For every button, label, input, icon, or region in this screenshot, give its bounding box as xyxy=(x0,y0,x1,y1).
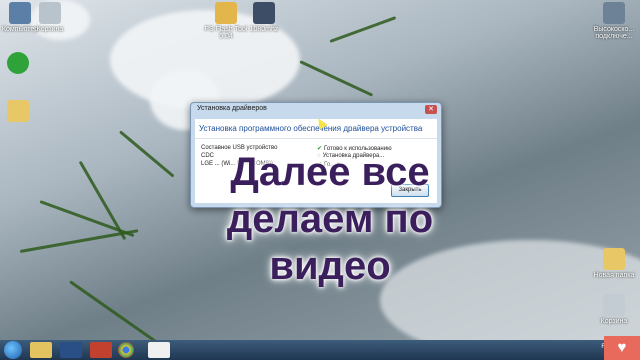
folder-icon xyxy=(603,248,625,270)
recycle-top-desktop-icon[interactable]: Корзина xyxy=(22,2,78,33)
start-button[interactable] xyxy=(4,341,22,359)
app2-desktop-icon[interactable]: 1080mhz xyxy=(236,2,292,33)
explorer-taskbar-button[interactable] xyxy=(30,342,52,358)
recycle-bin-icon xyxy=(39,2,61,24)
pine-needle xyxy=(69,280,161,346)
yandex-taskbar-button[interactable] xyxy=(148,342,170,358)
recycle-bin-desktop-icon[interactable]: Корзина xyxy=(586,294,640,325)
overlay-line: видео xyxy=(269,244,391,288)
play-icon xyxy=(7,52,29,74)
folder-icon xyxy=(7,100,29,122)
heart-icon[interactable]: ♥ xyxy=(604,336,640,360)
overlay-line: Далее все xyxy=(230,150,430,194)
pine-needle xyxy=(119,130,175,178)
recycle-bin-icon xyxy=(603,294,625,316)
icon-label: 1080mhz xyxy=(249,26,279,33)
new-folder-desktop-icon[interactable]: Новая папка xyxy=(586,248,640,279)
folder-left-desktop-icon[interactable] xyxy=(0,100,46,124)
icon-label: Корзина xyxy=(600,318,628,325)
pine-needle xyxy=(19,229,139,253)
overlay-line: делаем по xyxy=(226,197,434,241)
taskbar: RU xyxy=(0,340,640,360)
icon-label: Новая папка xyxy=(593,272,635,279)
archive-icon xyxy=(215,2,237,24)
network-desktop-icon[interactable]: Высокоско... подключе... xyxy=(586,2,640,40)
green-app-desktop-icon[interactable] xyxy=(0,52,46,76)
app-icon xyxy=(253,2,275,24)
icon-label: Высокоско... подключе... xyxy=(593,26,635,40)
network-icon xyxy=(603,2,625,24)
icon-label: Корзина xyxy=(36,26,64,33)
close-icon[interactable]: ✕ xyxy=(425,105,437,114)
pine-needle xyxy=(329,16,397,43)
app-taskbar-button[interactable] xyxy=(90,342,112,358)
pine-needle xyxy=(299,60,374,97)
media-player-taskbar-button[interactable] xyxy=(60,342,82,358)
desktop: Компьютер Корзина FM FS Flash Tool 5.04 … xyxy=(0,0,640,360)
chrome-taskbar-button[interactable] xyxy=(118,342,134,358)
